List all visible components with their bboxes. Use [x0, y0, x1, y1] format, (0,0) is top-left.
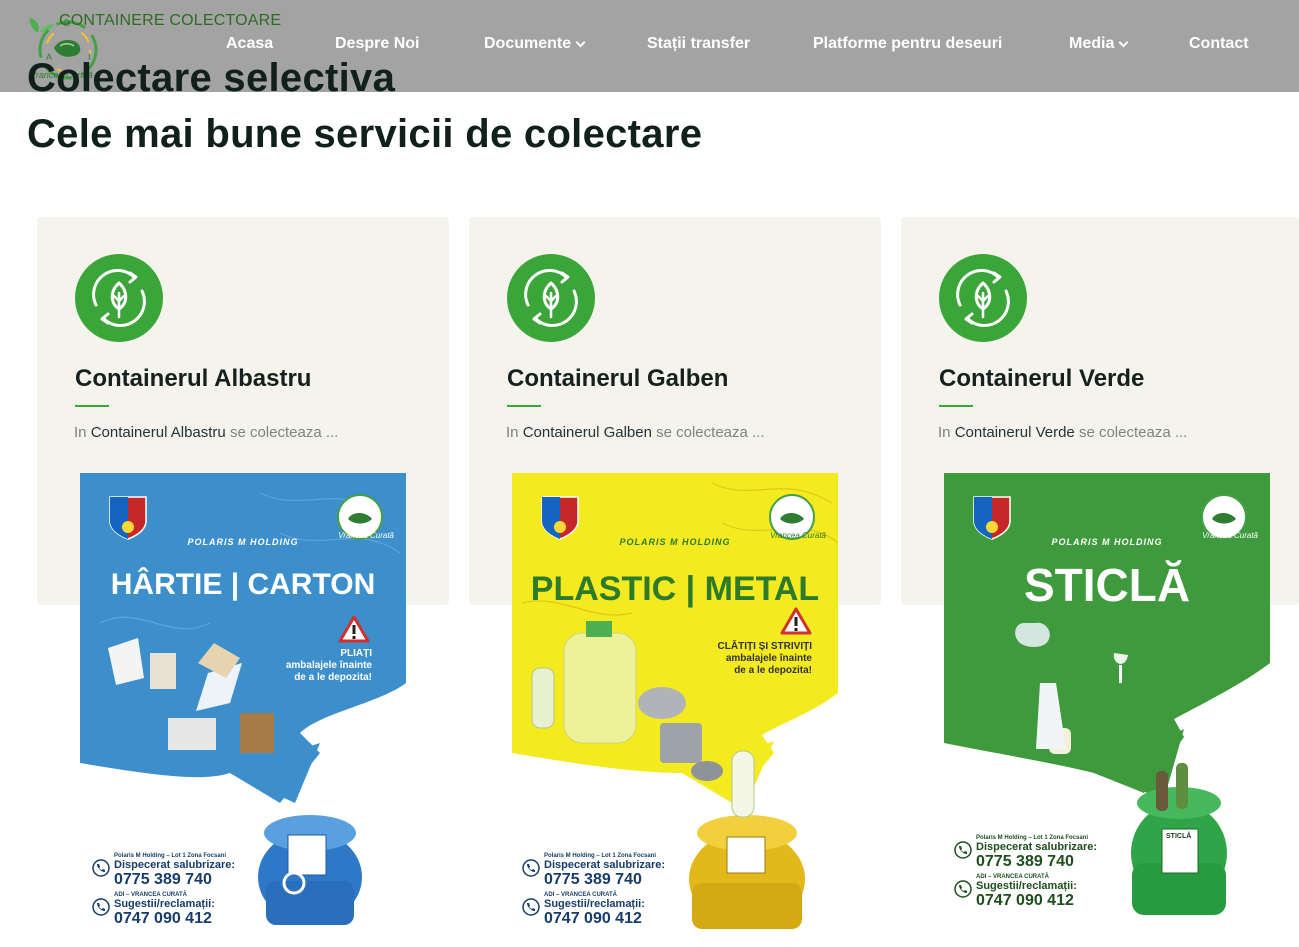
- card-excerpt: In Containerul Verde se colecteaza ...: [938, 424, 1187, 441]
- poster-company: POLARIS M HOLDING: [619, 537, 731, 547]
- phone-icon: [522, 859, 540, 877]
- phone-icon: [522, 898, 540, 916]
- title-underline: [939, 405, 973, 407]
- poster-contacts: Polaris M Holding – Lot 1 Zona Focsani D…: [520, 849, 680, 927]
- poster-contacts: Polaris M Holding – Lot 1 Zona Focsani D…: [952, 831, 1112, 909]
- nav-item-documente[interactable]: Documente: [484, 35, 586, 53]
- excerpt-prefix: In: [938, 424, 955, 441]
- dispatch-phone[interactable]: 0775 389 740: [544, 871, 680, 888]
- title-underline: [507, 405, 541, 407]
- poster-headline: HÂRTIE | CARTON: [110, 568, 376, 601]
- warning-icon: [338, 615, 370, 643]
- excerpt-prefix: In: [506, 424, 523, 441]
- complaints-contact[interactable]: ADI – VRANCEA CURATĂ Sugestii/reclamații…: [520, 892, 680, 927]
- county-crest-icon: [109, 496, 147, 540]
- nav-item-contact[interactable]: Contact: [1189, 35, 1249, 53]
- poster-headline: PLASTIC | METAL: [530, 570, 820, 608]
- nav-item-label: Acasa: [226, 35, 274, 52]
- complaints-label: Sugestii/reclamații:: [544, 898, 645, 910]
- complaints-phone[interactable]: 0747 090 412: [114, 910, 250, 927]
- complaints-phone[interactable]: 0747 090 412: [976, 892, 1112, 909]
- nav-item-statii-transfer[interactable]: Stații transfer: [647, 35, 750, 53]
- complaints-phone[interactable]: 0747 090 412: [544, 910, 680, 927]
- card-title[interactable]: Containerul Albastru: [75, 365, 311, 393]
- poster-plastic-metal[interactable]: Vrancea Curată POLARIS M HOLDING PLASTIC…: [512, 473, 838, 935]
- excerpt-suffix: se colecteaza ...: [1074, 424, 1188, 441]
- recycle-leaf-icon: [939, 254, 1027, 342]
- chevron-down-icon: [1118, 37, 1129, 47]
- county-crest-icon: [973, 496, 1011, 540]
- nav-item-label: Despre Noi: [335, 35, 420, 52]
- excerpt-highlight: Containerul Albastru: [90, 424, 226, 441]
- note-line: ambalajele înainte: [725, 653, 812, 664]
- note-line: de a le depozita!: [734, 665, 812, 676]
- phone-icon: [954, 880, 972, 898]
- excerpt-suffix: se colecteaza ...: [225, 424, 339, 441]
- phone-icon: [92, 898, 110, 916]
- hero-subtitle: Cele mai bune servicii de colectare: [27, 112, 703, 156]
- note-line: CLĂTIȚI ȘI STRIVIȚI: [717, 641, 812, 652]
- dispatch-label: Dispecerat salubrizare:: [114, 859, 236, 871]
- phone-icon: [954, 841, 972, 859]
- bin-label: STICLĂ: [1166, 833, 1192, 840]
- nav-item-label: Stații transfer: [647, 35, 751, 52]
- title-underline: [75, 405, 109, 407]
- nav-item-media[interactable]: Media: [1069, 35, 1129, 53]
- poster-note: PLIAȚI ambalajele înainte de a le depozi…: [286, 648, 372, 684]
- card-title[interactable]: Containerul Verde: [939, 365, 1144, 393]
- card-title[interactable]: Containerul Galben: [507, 365, 728, 393]
- poster-company: POLARIS M HOLDING: [1051, 537, 1163, 547]
- note-line: de a le depozita!: [294, 672, 372, 683]
- complaints-label: Sugestii/reclamații:: [976, 880, 1077, 892]
- nav-item-label: Platforme pentru deseuri: [813, 35, 1003, 52]
- card-excerpt: In Containerul Albastru se colecteaza ..…: [74, 424, 338, 441]
- warning-icon: [780, 607, 812, 635]
- excerpt-suffix: se colecteaza ...: [651, 424, 765, 441]
- poster-contacts: Polaris M Holding – Lot 1 Zona Focsani D…: [90, 849, 250, 927]
- phone-icon: [92, 859, 110, 877]
- complaints-label: Sugestii/reclamații:: [114, 898, 215, 910]
- note-line: PLIAȚI: [340, 648, 372, 659]
- excerpt-prefix: In: [74, 424, 91, 441]
- page: D A I CONTAINERE COLECTOARE Vrancea Cura…: [0, 0, 1299, 947]
- nav-item-label: Documente: [484, 35, 572, 52]
- dispatch-contact[interactable]: Polaris M Holding – Lot 1 Zona Focsani D…: [90, 853, 250, 888]
- hero-title: Colectare selectiva: [27, 56, 396, 100]
- nav-item-despre-noi[interactable]: Despre Noi: [335, 35, 419, 53]
- dispatch-contact[interactable]: Polaris M Holding – Lot 1 Zona Focsani D…: [520, 853, 680, 888]
- recycle-leaf-icon: [75, 254, 163, 342]
- excerpt-highlight: Containerul Galben: [522, 424, 652, 441]
- card-excerpt: In Containerul Galben se colecteaza ...: [506, 424, 765, 441]
- complaints-contact[interactable]: ADI – VRANCEA CURATĂ Sugestii/reclamații…: [952, 874, 1112, 909]
- complaints-contact[interactable]: ADI – VRANCEA CURATĂ Sugestii/reclamații…: [90, 892, 250, 927]
- dispatch-phone[interactable]: 0775 389 740: [976, 853, 1112, 870]
- nav-item-platforme[interactable]: Platforme pentru deseuri: [813, 35, 1002, 53]
- excerpt-highlight: Containerul Verde: [954, 424, 1075, 441]
- chevron-down-icon: [575, 37, 586, 47]
- dispatch-phone[interactable]: 0775 389 740: [114, 871, 250, 888]
- recycle-leaf-icon: [507, 254, 595, 342]
- dispatch-label: Dispecerat salubrizare:: [544, 859, 666, 871]
- poster-hartie-carton[interactable]: Vrancea Curată POLARIS M HOLDING HÂRTIE …: [80, 473, 406, 935]
- poster-note: CLĂTIȚI ȘI STRIVIȚI ambalajele înainte d…: [718, 641, 812, 677]
- nav-item-acasa[interactable]: Acasa: [226, 35, 273, 53]
- nav-item-label: Contact: [1189, 35, 1249, 52]
- nav-item-label: Media: [1069, 35, 1115, 52]
- poster-sticla[interactable]: Vrancea Curată POLARIS M HOLDING STICLĂ …: [944, 473, 1270, 923]
- poster-company: POLARIS M HOLDING: [187, 537, 299, 547]
- dispatch-contact[interactable]: Polaris M Holding – Lot 1 Zona Focsani D…: [952, 835, 1112, 870]
- poster-headline: STICLĂ: [1023, 559, 1191, 611]
- county-crest-icon: [541, 496, 579, 540]
- note-line: ambalajele înainte: [285, 660, 372, 671]
- dispatch-label: Dispecerat salubrizare:: [976, 841, 1098, 853]
